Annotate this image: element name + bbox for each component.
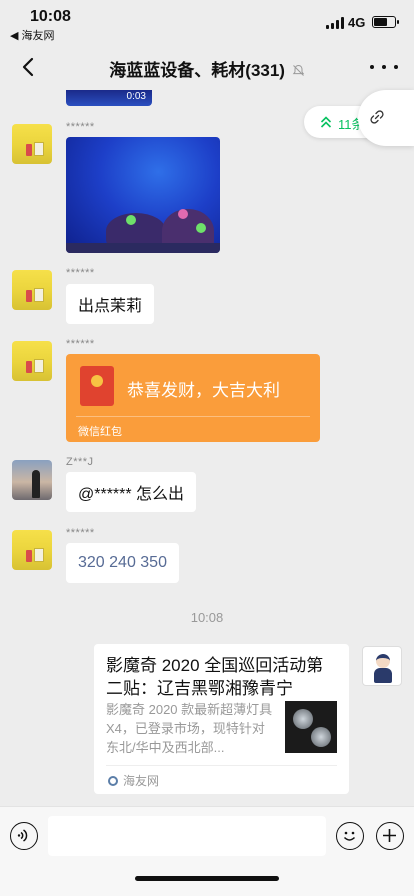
divider: [106, 765, 337, 766]
my-avatar[interactable]: [362, 646, 402, 686]
nav-bar: 海蓝蓝设备、耗材(331): [0, 44, 414, 90]
double-up-arrow-icon: [320, 116, 332, 128]
image-message-aquarium[interactable]: [66, 137, 220, 253]
sender-name: ******: [66, 527, 95, 539]
floating-link-button[interactable]: [358, 90, 414, 146]
chat-area[interactable]: 0:03 ****** ****** 出点茉莉 ****** 恭喜发财，大吉大利…: [0, 90, 414, 806]
avatar[interactable]: [12, 124, 52, 164]
message-input[interactable]: [48, 816, 326, 856]
link-icon: [370, 110, 384, 124]
red-packet-icon: [80, 366, 114, 406]
input-bar: [0, 806, 414, 896]
more-functions-button[interactable]: [376, 822, 404, 850]
more-button[interactable]: [370, 56, 398, 78]
voice-icon: [17, 829, 28, 842]
status-time: 10:08: [30, 8, 71, 25]
article-card[interactable]: 影魔奇 2020 全国巡回活动第二贴：辽吉黑鄂湘豫青宁 影魔奇 2020 款最新…: [94, 644, 349, 794]
message-timestamp: 10:08: [190, 610, 224, 625]
chat-title: 海蓝蓝设备、耗材(331): [70, 56, 344, 82]
article-description: 影魔奇 2020 款最新超薄灯具 X4，已登录市场，现特针对东北/华中及西北部.…: [106, 702, 273, 755]
avatar[interactable]: [12, 341, 52, 381]
chevron-left-icon: [22, 57, 34, 77]
back-button[interactable]: [14, 52, 44, 82]
sender-name: ******: [66, 267, 95, 279]
more-icon: [370, 65, 374, 69]
article-source: 海友网: [108, 772, 159, 789]
text-message[interactable]: @****** 怎么出: [66, 472, 197, 512]
avatar[interactable]: [12, 270, 52, 310]
divider: [76, 416, 310, 417]
battery-icon: [372, 16, 399, 28]
emoji-icon: [343, 831, 356, 841]
signal-icon: [326, 17, 344, 29]
home-indicator: [135, 876, 279, 881]
status-bar: 10:08 ◀ 海友网 4G: [0, 0, 414, 44]
text-message[interactable]: 出点茉莉: [66, 284, 155, 324]
sender-name: ******: [66, 121, 95, 133]
text-message[interactable]: 320 240 350: [66, 543, 179, 583]
plus-icon: [383, 829, 396, 842]
emoji-button[interactable]: [336, 822, 364, 850]
red-packet-label: 微信红包: [78, 426, 122, 438]
back-to-app-link[interactable]: ◀ 海友网: [10, 27, 55, 43]
voice-button[interactable]: [10, 822, 38, 850]
sender-name: Z***J: [66, 456, 94, 468]
mute-icon: [292, 62, 305, 82]
article-thumbnail: [285, 701, 337, 753]
red-packet-message[interactable]: 恭喜发财，大吉大利 微信红包: [66, 354, 320, 442]
avatar[interactable]: [12, 460, 52, 500]
chat-title-text: 海蓝蓝设备、耗材(331): [109, 61, 285, 80]
network-label: 4G: [348, 15, 366, 30]
red-packet-greeting: 恭喜发财，大吉大利: [127, 381, 280, 400]
video-duration: 0:03: [126, 91, 146, 102]
article-source-name: 海友网: [123, 774, 160, 788]
sender-name: ******: [66, 338, 95, 350]
avatar[interactable]: [12, 530, 52, 570]
source-logo-icon: [108, 775, 118, 786]
article-title: 影魔奇 2020 全国巡回活动第二贴：辽吉黑鄂湘豫青宁: [106, 656, 324, 698]
video-message[interactable]: 0:03: [66, 90, 152, 106]
